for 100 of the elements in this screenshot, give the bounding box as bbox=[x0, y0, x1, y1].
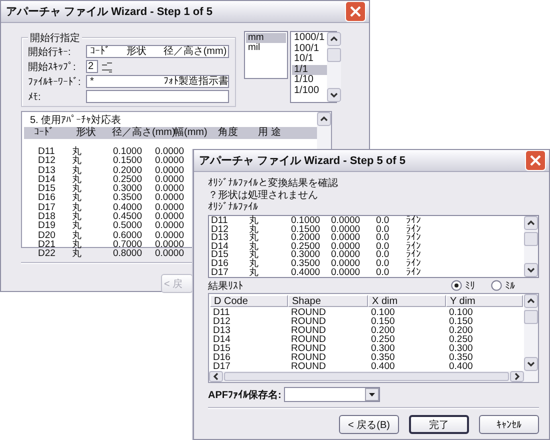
list-cell-text: 0.0 bbox=[376, 260, 390, 269]
list-cell-text: 丸 bbox=[249, 260, 260, 269]
column-header[interactable]: X dim bbox=[368, 295, 446, 307]
scroll-thumb[interactable] bbox=[524, 232, 538, 246]
column-header[interactable]: Y dim bbox=[446, 295, 523, 307]
spinner-icon[interactable] bbox=[100, 60, 114, 72]
scroll-thumb[interactable] bbox=[326, 48, 341, 62]
table-cell-text: ROUND bbox=[290, 353, 327, 362]
list-cell-text: 0.0 bbox=[376, 242, 390, 252]
table-cell-text: D12 bbox=[212, 317, 232, 326]
list-item[interactable]: 1/100 bbox=[292, 86, 327, 96]
table-cell-text: ROUND bbox=[290, 335, 327, 344]
list-item[interactable]: 1000/1 bbox=[292, 33, 327, 44]
column-header: 形状 bbox=[76, 127, 97, 139]
table-cell-text: ROUND bbox=[290, 308, 327, 317]
list-cell-text: 丸 bbox=[249, 226, 260, 234]
table-cell-text: 丸 bbox=[72, 249, 83, 259]
table-cell-text: 0.1500 bbox=[112, 156, 142, 166]
radio-button[interactable] bbox=[491, 280, 502, 291]
window-title: アパーチャ ファイル Wizard - Step 1 of 5 bbox=[6, 5, 212, 19]
table-cell-text: 0.250 bbox=[370, 335, 396, 344]
list-cell-text: 0.0 bbox=[376, 226, 390, 234]
table-cell-text: 丸 bbox=[72, 230, 83, 240]
close-icon[interactable] bbox=[345, 1, 366, 22]
close-icon[interactable] bbox=[525, 150, 546, 171]
table-caption: 5. 使用ｱﾊﾟｰﾁｬ対応表 bbox=[29, 114, 122, 125]
scroll-down-icon[interactable] bbox=[326, 88, 341, 102]
list-item[interactable]: 1/10 bbox=[292, 75, 327, 86]
table-cell-text: 0.100 bbox=[448, 308, 474, 317]
list-item[interactable]: 10/1 bbox=[292, 54, 327, 64]
list-cell-text: 0.1500 bbox=[291, 226, 322, 234]
scroll-up-icon[interactable] bbox=[524, 294, 538, 308]
list-item[interactable]: 1/1 bbox=[292, 64, 327, 75]
table-cell-text: 0.0000 bbox=[154, 156, 184, 166]
wizard-button[interactable]: ｷｬﾝｾﾙ bbox=[479, 415, 539, 434]
text-field[interactable]: * ﾌｫﾄ製造指示書 bbox=[86, 75, 229, 88]
list-cell-text: 丸 bbox=[249, 242, 260, 252]
list-cell-text: ﾗｲﾝ bbox=[406, 260, 422, 269]
list-cell-text: ﾗｲﾝ bbox=[406, 217, 422, 226]
wizard-button[interactable]: 完了 bbox=[409, 415, 469, 434]
list-item[interactable]: mil bbox=[246, 43, 286, 53]
table-cell-text: 0.0000 bbox=[154, 230, 184, 240]
table-cell-text: D12 bbox=[38, 156, 56, 166]
radio-label[interactable]: ﾐﾘ bbox=[465, 280, 475, 292]
scrollbar[interactable] bbox=[209, 371, 538, 382]
text-field[interactable] bbox=[86, 90, 229, 103]
table-cell-text: 0.300 bbox=[370, 344, 396, 353]
list-cell-text: 0.3500 bbox=[291, 260, 322, 269]
list-cell-text: 丸 bbox=[249, 217, 260, 226]
list-cell-text: 0.0000 bbox=[331, 234, 362, 243]
scrollbar[interactable] bbox=[524, 216, 538, 277]
table-cell-text: D22 bbox=[38, 249, 56, 259]
table-cell-text: 0.250 bbox=[448, 335, 474, 344]
radio-button[interactable] bbox=[451, 280, 462, 291]
table-cell-text: 丸 bbox=[72, 221, 83, 231]
scroll-up-icon[interactable] bbox=[524, 216, 538, 230]
table-cell-text: D19 bbox=[38, 221, 56, 231]
wizard-button[interactable]: < 戻る(B) bbox=[339, 415, 399, 434]
column-header[interactable]: D Code bbox=[210, 295, 288, 307]
list-cell-text: D14 bbox=[211, 242, 230, 252]
table-cell-text: 丸 bbox=[72, 193, 83, 203]
table-cell-text: 丸 bbox=[72, 166, 83, 175]
table-cell-text: ROUND bbox=[290, 317, 327, 326]
table-cell-text: D14 bbox=[38, 174, 56, 184]
list-cell-text: 0.0000 bbox=[331, 251, 362, 260]
table-cell-text: 丸 bbox=[72, 174, 83, 184]
scrollbar[interactable] bbox=[326, 32, 341, 102]
column-header: 幅(mm) bbox=[174, 127, 208, 139]
scroll-down-icon[interactable] bbox=[524, 357, 538, 371]
list-box[interactable]: mm mil bbox=[244, 31, 288, 79]
table-cell-text: D11 bbox=[38, 147, 56, 156]
list-cell-text: 0.0 bbox=[376, 234, 390, 243]
table-cell-text: 0.150 bbox=[370, 317, 396, 326]
list-cell-text: 0.0000 bbox=[331, 217, 362, 226]
list-cell-text: 0.1000 bbox=[291, 217, 322, 226]
table-cell-text: D11 bbox=[212, 308, 231, 317]
column-header[interactable]: Shape bbox=[288, 295, 368, 307]
list-cell-text: 0.4000 bbox=[291, 268, 322, 278]
scrollbar[interactable] bbox=[524, 294, 538, 371]
list-cell-text: ﾗｲﾝ bbox=[406, 251, 422, 260]
text-field[interactable]: ｺｰﾄﾞ 形状 径／高さ(mm) bbox=[86, 45, 229, 58]
scroll-down-icon[interactable] bbox=[524, 263, 538, 277]
dropdown-field[interactable] bbox=[284, 387, 380, 402]
table-cell-text: 丸 bbox=[72, 202, 83, 212]
table-cell-text: 0.0000 bbox=[154, 202, 184, 212]
table-cell-text: D18 bbox=[38, 212, 56, 222]
spin-field[interactable]: 2 bbox=[86, 60, 98, 73]
list-cell-text: 丸 bbox=[249, 234, 260, 243]
scroll-thumb[interactable] bbox=[524, 310, 538, 324]
list-box[interactable]: D11 丸 0.1000 0.0000 0.0 ﾗｲﾝ D12 丸 0.1500 0.0000 0.0 ﾗｲﾝ D13 丸 0.2000 0.0000 0.0 ﾗｲﾝ D14 丸 0.2500 0.0000 0.0 ﾗｲﾝ D15 丸 0.3000 0.0000 0.0 ﾗｲﾝ D16 丸 0.3500 0.0000 0.0 ﾗｲﾝ D17 丸 0.4000 0.0000 0.0 ﾗｲﾝ bbox=[208, 215, 539, 278]
list-item[interactable]: 100/1 bbox=[292, 44, 327, 54]
scroll-up-icon[interactable] bbox=[326, 32, 341, 46]
radio-label[interactable]: ﾐﾙ bbox=[505, 280, 515, 292]
scroll-right-icon[interactable] bbox=[510, 371, 524, 382]
scroll-up-icon[interactable] bbox=[317, 112, 331, 126]
list-item[interactable]: mm bbox=[246, 33, 286, 43]
scroll-thumb[interactable] bbox=[224, 372, 509, 381]
table-cell-text: 0.0000 bbox=[154, 193, 184, 203]
table-cell-text: D15 bbox=[38, 184, 56, 194]
scroll-left-icon[interactable] bbox=[209, 371, 223, 382]
